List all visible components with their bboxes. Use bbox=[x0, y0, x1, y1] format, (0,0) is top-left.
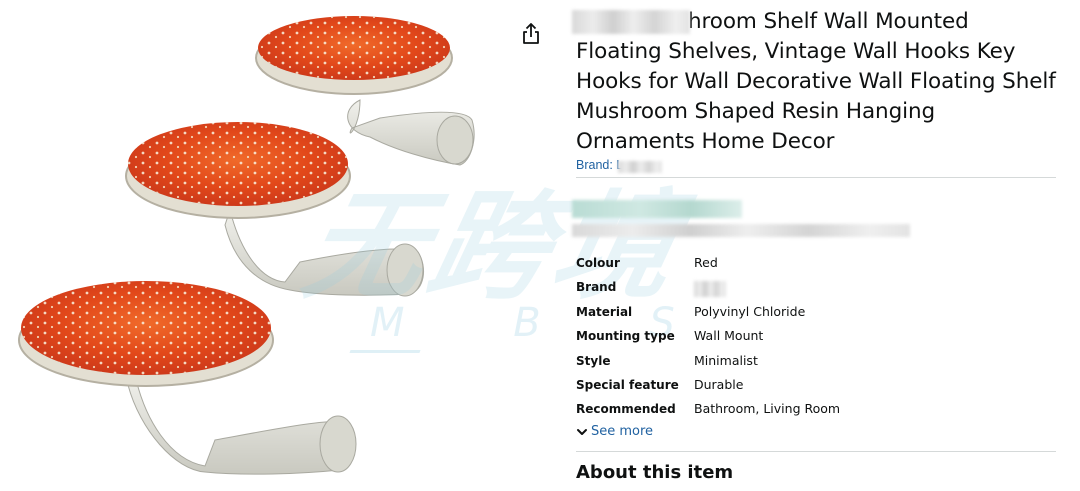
redacted-title-prefix bbox=[572, 10, 690, 34]
spec-value: Durable bbox=[694, 376, 744, 392]
spec-row-recommended: Recommended Bathroom, Living Room bbox=[576, 399, 1056, 423]
mushroom-shelf-middle bbox=[125, 122, 425, 297]
brand-link[interactable]: Brand: L bbox=[576, 158, 623, 172]
see-more-label: See more bbox=[591, 424, 654, 439]
spec-row-special-feature: Special feature Durable bbox=[576, 375, 1056, 399]
spec-key: Colour bbox=[576, 256, 620, 270]
chevron-down-icon bbox=[577, 428, 587, 435]
spec-row-colour: Colour Red bbox=[576, 253, 1056, 277]
redacted-brand-name bbox=[618, 161, 662, 173]
product-image[interactable] bbox=[0, 0, 500, 491]
spec-value: Red bbox=[694, 255, 718, 270]
divider bbox=[576, 451, 1056, 452]
spec-value: Wall Mount bbox=[694, 328, 764, 344]
spec-row-brand: Brand bbox=[576, 277, 1056, 301]
spec-key: Recommended bbox=[576, 402, 676, 417]
share-icon bbox=[523, 23, 539, 44]
spec-row-mounting-type: Mounting type Wall Mount bbox=[576, 326, 1056, 350]
spec-key: Material bbox=[576, 304, 633, 319]
about-heading: About this item bbox=[576, 462, 734, 483]
mushroom-shelf-bottom bbox=[18, 281, 357, 475]
share-button[interactable] bbox=[520, 22, 542, 46]
spec-key: Mounting type bbox=[576, 329, 675, 344]
see-more-link[interactable]: See more bbox=[576, 424, 653, 439]
redacted-price-detail bbox=[572, 224, 910, 237]
spec-key: Special feature bbox=[576, 377, 679, 392]
spec-row-style: Style Minimalist bbox=[576, 351, 1056, 375]
spec-row-material: Material Polyvinyl Chloride bbox=[576, 302, 1056, 326]
redacted-brand-value bbox=[694, 281, 726, 297]
redacted-price bbox=[572, 200, 742, 218]
spec-key: Style bbox=[576, 353, 611, 368]
spec-value: Bathroom, Living Room bbox=[694, 401, 841, 417]
spec-value: Polyvinyl Chloride bbox=[694, 303, 806, 319]
product-spec-table: Colour Red Brand Material Polyvinyl Chlo… bbox=[576, 253, 1056, 424]
divider bbox=[576, 177, 1056, 178]
spec-value: Minimalist bbox=[694, 352, 758, 368]
spec-key: Brand bbox=[576, 280, 617, 295]
